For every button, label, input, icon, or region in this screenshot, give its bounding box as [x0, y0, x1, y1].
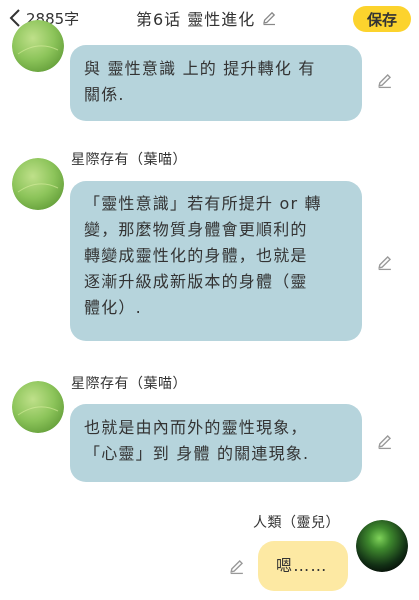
message-text-line: 「心靈」到 身體 的關連現象.	[84, 444, 310, 463]
save-button[interactable]: 保存	[353, 6, 411, 32]
message-bubble[interactable]: 嗯……	[258, 541, 348, 591]
chapter-title: 第6话 靈性進化	[136, 10, 256, 29]
message-bubble[interactable]: 「靈性意識」若有所提升 or 轉 變，那麼物質身體會更順利的 轉變成靈性化的身體…	[70, 181, 362, 341]
avatar[interactable]	[356, 520, 408, 572]
sender-name: 星際存有（葉喵）	[71, 376, 187, 392]
message-text-line: 變，那麼物質身體會更順利的	[84, 220, 308, 239]
edit-message-button[interactable]	[376, 254, 393, 271]
pencil-icon	[230, 559, 244, 575]
message-bubble[interactable]: 與 靈性意識 上的 提升轉化 有 關係.	[70, 45, 362, 121]
top-bar: 2885字 第6话 靈性進化 保存	[0, 0, 419, 38]
message-text-line: 體化）.	[84, 298, 142, 317]
pencil-icon	[378, 255, 392, 271]
edit-message-button[interactable]	[376, 72, 393, 89]
avatar[interactable]	[12, 158, 64, 210]
pencil-icon[interactable]	[261, 10, 277, 26]
sender-name: 人類（靈兒）	[253, 515, 340, 531]
message-text-line: 「靈性意識」若有所提升 or 轉	[84, 194, 322, 213]
pencil-icon	[378, 434, 392, 450]
message-text-line: 關係.	[84, 85, 125, 104]
chevron-left-icon	[9, 9, 20, 27]
message-text-line: 也就是由內而外的靈性現象，	[84, 418, 308, 437]
edit-message-button[interactable]	[376, 433, 393, 450]
pencil-icon	[378, 73, 392, 89]
message-bubble[interactable]: 也就是由內而外的靈性現象， 「心靈」到 身體 的關連現象.	[70, 404, 362, 482]
message-text-line: 嗯……	[276, 556, 328, 575]
avatar[interactable]	[12, 20, 64, 72]
message-text-line: 與 靈性意識 上的 提升轉化 有	[84, 59, 316, 78]
sender-name: 星際存有（葉喵）	[71, 152, 187, 168]
message-text-line: 轉變成靈性化的身體，也就是	[84, 246, 308, 265]
message-text-line: 逐漸升級成新版本的身體（靈	[84, 272, 308, 291]
edit-message-button[interactable]	[228, 558, 245, 575]
avatar[interactable]	[12, 381, 64, 433]
chapter-title-area[interactable]: 第6话 靈性進化	[136, 7, 277, 29]
